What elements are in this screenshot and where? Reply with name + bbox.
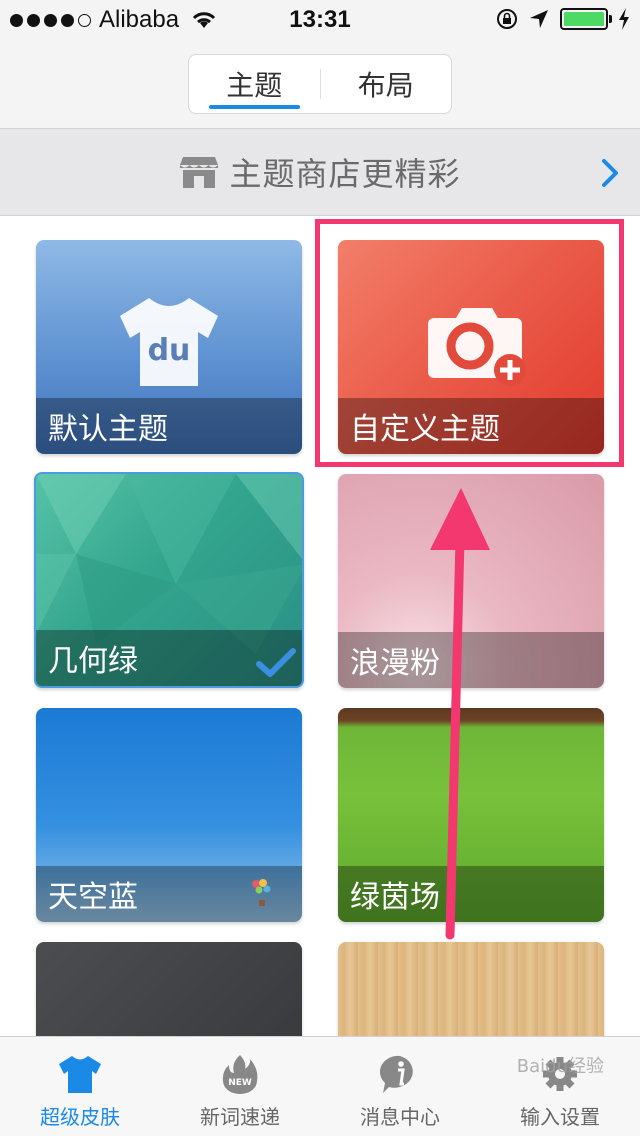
tab-theme[interactable]: 主题	[189, 55, 320, 113]
rotation-lock-icon	[497, 9, 517, 29]
tab-super-skin[interactable]: 超级皮肤	[0, 1037, 160, 1136]
theme-card-default[interactable]: du 默认主题	[36, 240, 302, 454]
tshirt-logo-text: du	[148, 333, 191, 368]
svg-text:NEW: NEW	[228, 1078, 252, 1088]
charging-bolt-icon	[619, 8, 629, 30]
balloons-icon	[252, 879, 271, 906]
tab-new-words[interactable]: NEW 新词速递	[160, 1037, 320, 1136]
theme-card-romantic-pink[interactable]: 浪漫粉	[338, 474, 604, 688]
theme-store-banner[interactable]: 主题商店更精彩	[0, 128, 640, 216]
theme-card-sky-blue[interactable]: 天空蓝	[36, 708, 302, 922]
tab-message-center[interactable]: 消息中心	[320, 1037, 480, 1136]
watermark: Baidu经验	[516, 1056, 604, 1077]
theme-card-wood[interactable]	[338, 942, 604, 1036]
segmented-control: 主题 布局	[188, 54, 452, 114]
store-icon	[180, 157, 219, 188]
theme-card-dark[interactable]	[36, 942, 302, 1036]
wifi-icon	[192, 12, 216, 28]
tshirt-du-icon: du	[120, 298, 218, 386]
tab-label: 新词速递	[200, 1105, 280, 1129]
info-icon	[379, 1055, 413, 1093]
status-bar: Alibaba 13:31	[0, 0, 640, 40]
tab-label: 消息中心	[360, 1105, 440, 1129]
theme-card-custom[interactable]: 自定义主题	[338, 240, 604, 454]
theme-name: 浪漫粉	[338, 632, 604, 688]
chevron-right-icon	[602, 159, 618, 187]
tab-layout[interactable]: 布局	[321, 55, 452, 113]
theme-name: 自定义主题	[338, 398, 604, 454]
new-fire-icon: NEW	[222, 1055, 258, 1094]
theme-name: 默认主题	[36, 398, 302, 454]
tshirt-icon	[59, 1056, 101, 1093]
signal-strength-icon	[10, 13, 91, 27]
theme-card-geometric-green[interactable]: 几何绿	[34, 472, 304, 688]
header: 主题 布局	[0, 40, 640, 128]
carrier-name: Alibaba	[99, 6, 180, 33]
camera-add-icon	[428, 308, 526, 386]
theme-card-lawn[interactable]: 绿茵场	[338, 708, 604, 922]
tab-label: 超级皮肤	[40, 1105, 120, 1129]
theme-grid: du 默认主题 自定义主题 几何绿 浪漫粉 天空蓝 绿茵场	[0, 216, 640, 1036]
battery-icon	[560, 8, 612, 30]
tab-label: 输入设置	[520, 1105, 600, 1129]
location-arrow-icon	[530, 10, 548, 28]
bottom-tab-bar: 超级皮肤 NEW 新词速递 消息中心 输入设置	[0, 1036, 640, 1136]
store-banner-label: 主题商店更精彩	[229, 155, 461, 193]
checkmark-icon	[256, 648, 296, 677]
theme-name: 绿茵场	[338, 866, 604, 922]
